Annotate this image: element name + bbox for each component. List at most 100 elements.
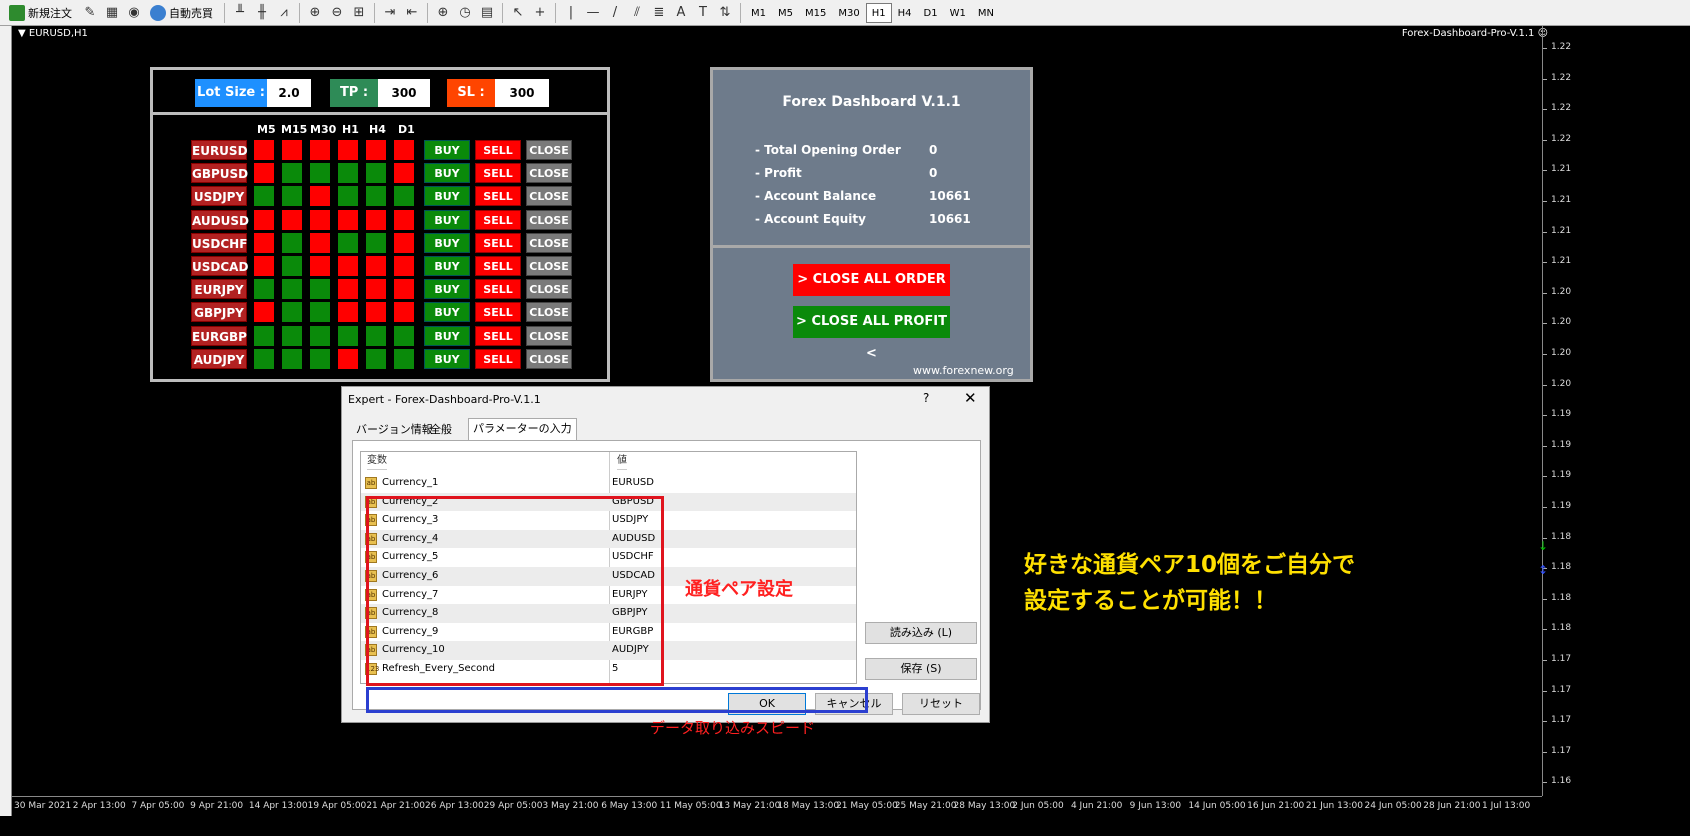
market-watch-icon[interactable]: ▦ — [101, 5, 123, 20]
close-position-button[interactable]: CLOSE — [526, 256, 572, 276]
column-header-value[interactable]: 値 — [617, 452, 627, 470]
tab-general[interactable]: 全般 — [426, 420, 456, 440]
sell-button[interactable]: SELL — [475, 163, 521, 184]
timeframe-m5[interactable]: M5 — [772, 3, 799, 23]
buy-button[interactable]: BUY — [424, 232, 470, 253]
tab-input-parameters[interactable]: パラメーターの入力 — [468, 418, 577, 441]
close-position-button[interactable]: CLOSE — [526, 186, 572, 207]
trendline-icon[interactable]: / — [604, 5, 626, 20]
sell-button[interactable]: SELL — [475, 302, 521, 323]
templates-icon[interactable]: ▤ — [476, 5, 498, 20]
dialog-title: Expert - Forex-Dashboard-Pro-V.1.1 — [348, 393, 541, 406]
sell-button[interactable]: SELL — [475, 256, 521, 276]
parameter-value[interactable]: EURUSD — [612, 474, 654, 492]
tp-input[interactable]: 300 — [378, 79, 430, 107]
signal-h4 — [366, 186, 386, 207]
signal-m5 — [254, 348, 274, 369]
buy-button[interactable]: BUY — [424, 209, 470, 230]
candlestick-icon[interactable]: ╫ — [251, 5, 273, 20]
pair-name: EURUSD — [191, 140, 248, 160]
new-order-button[interactable]: 新規注文 — [4, 2, 77, 24]
signal-m30 — [310, 163, 330, 184]
text-icon[interactable]: A — [670, 5, 692, 20]
metaeditor-icon[interactable]: ✎ — [79, 5, 101, 20]
sell-button[interactable]: SELL — [475, 279, 521, 300]
zoom-in-icon[interactable]: ⊕ — [304, 5, 326, 20]
auto-trade-label: 自動売買 — [169, 6, 213, 20]
sl-input[interactable]: 300 — [495, 79, 549, 107]
close-icon[interactable]: ✕ — [964, 389, 977, 407]
buy-button[interactable]: BUY — [424, 325, 470, 346]
price-tick-label: 1.18 — [1542, 592, 1572, 603]
price-tick-label: 1.19 — [1542, 501, 1572, 511]
info-divider — [713, 245, 1030, 248]
buy-button[interactable]: BUY — [424, 186, 470, 207]
price-tick-label: 1.20 — [1542, 317, 1572, 328]
timeframe-mn[interactable]: MN — [972, 3, 1000, 23]
close-position-button[interactable]: CLOSE — [526, 232, 572, 253]
buy-button[interactable]: BUY — [424, 163, 470, 184]
buy-button[interactable]: BUY — [424, 279, 470, 300]
arrows-icon[interactable]: ⇅ — [714, 5, 736, 20]
auto-trade-button[interactable]: 自動売買 — [145, 2, 218, 24]
channel-icon[interactable]: ⫽ — [626, 5, 648, 20]
timeframe-w1[interactable]: W1 — [944, 3, 972, 23]
signals-icon[interactable]: ◉ — [123, 5, 145, 20]
buy-button[interactable]: BUY — [424, 256, 470, 276]
reset-button[interactable]: リセット — [902, 693, 980, 715]
close-all-order-button[interactable]: > CLOSE ALL ORDER < — [793, 264, 950, 319]
price-tick-label: 1.16 — [1542, 776, 1572, 787]
toolbar-separator — [427, 2, 428, 23]
timeframe-m15[interactable]: M15 — [799, 3, 832, 23]
chart-shift-icon[interactable]: ⇤ — [401, 5, 423, 20]
tile-windows-icon[interactable]: ⊞ — [348, 5, 370, 20]
lot-size-input[interactable]: 2.0 — [267, 79, 311, 107]
zoom-out-icon[interactable]: ⊖ — [326, 5, 348, 20]
horizontal-line-icon[interactable]: — — [582, 5, 604, 20]
periods-icon[interactable]: ◷ — [454, 5, 476, 20]
timeframe-d1[interactable]: D1 — [918, 3, 944, 23]
line-chart-icon[interactable]: ⩘ — [273, 5, 295, 20]
signal-h1 — [338, 325, 358, 346]
text-label-icon[interactable]: T — [692, 5, 714, 20]
buy-button[interactable]: BUY — [424, 302, 470, 323]
indicators-icon[interactable]: ⊕ — [432, 5, 454, 20]
buy-button[interactable]: BUY — [424, 348, 470, 369]
tp-label: TP : — [330, 79, 378, 107]
close-position-button[interactable]: CLOSE — [526, 209, 572, 230]
timeframe-h4[interactable]: H4 — [892, 3, 918, 23]
close-position-button[interactable]: CLOSE — [526, 140, 572, 160]
signal-d1 — [394, 279, 414, 300]
column-header-variable[interactable]: 変数 — [367, 452, 387, 470]
close-position-button[interactable]: CLOSE — [526, 348, 572, 369]
close-position-button[interactable]: CLOSE — [526, 325, 572, 346]
load-button[interactable]: 読み込み (L) — [865, 622, 977, 644]
currency-setting-annotation: 通貨ペア設定 — [685, 579, 793, 600]
help-icon[interactable]: ? — [923, 391, 929, 405]
tab-version-info[interactable]: バージョン情報 — [352, 420, 437, 440]
sell-button[interactable]: SELL — [475, 325, 521, 346]
timeframe-h1[interactable]: H1 — [865, 2, 892, 23]
save-button[interactable]: 保存 (S) — [865, 658, 977, 680]
parameter-row[interactable]: ab Currency_1 EURUSD — [361, 474, 856, 493]
sell-button[interactable]: SELL — [475, 209, 521, 230]
signal-m5 — [254, 256, 274, 276]
fibonacci-icon[interactable]: ≣ — [648, 5, 670, 20]
auto-scroll-icon[interactable]: ⇥ — [379, 5, 401, 20]
close-position-button[interactable]: CLOSE — [526, 163, 572, 184]
sell-button[interactable]: SELL — [475, 232, 521, 253]
close-position-button[interactable]: CLOSE — [526, 302, 572, 323]
timeframe-m1[interactable]: M1 — [745, 3, 772, 23]
bar-chart-icon[interactable]: ╨ — [229, 5, 251, 20]
buy-button[interactable]: BUY — [424, 140, 470, 160]
sell-button[interactable]: SELL — [475, 140, 521, 160]
sell-button[interactable]: SELL — [475, 186, 521, 207]
timeframe-m30[interactable]: M30 — [832, 3, 865, 23]
vertical-line-icon[interactable]: | — [560, 5, 582, 20]
close-all-profit-button[interactable]: > CLOSE ALL PROFIT < — [793, 306, 950, 361]
cursor-icon[interactable]: ↖ — [507, 5, 529, 20]
close-position-button[interactable]: CLOSE — [526, 279, 572, 300]
crosshair-icon[interactable]: + — [529, 5, 551, 20]
sell-button[interactable]: SELL — [475, 348, 521, 369]
price-tick-label: 1.22 — [1542, 133, 1572, 144]
